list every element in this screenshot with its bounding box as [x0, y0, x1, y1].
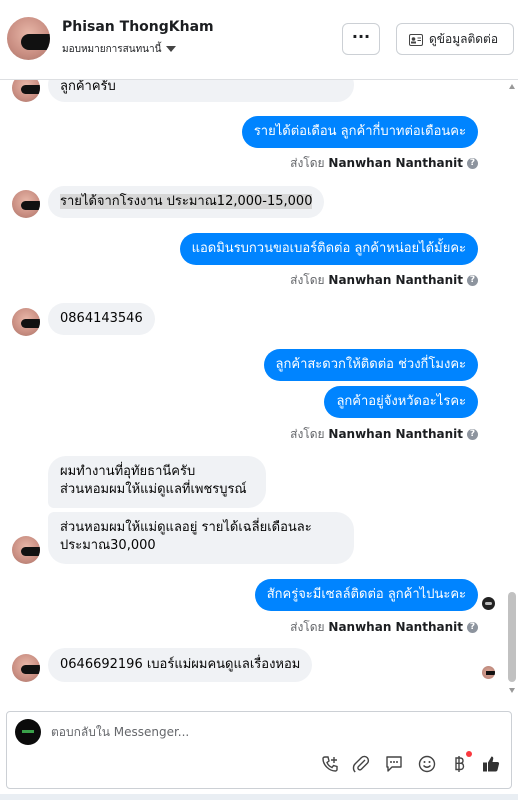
- sent-by-label: ส่งโดย Nanwhan Nanthanit?: [290, 618, 478, 637]
- message-outgoing: รายได้ต่อเดือน ลูกค้ากี่บาทต่อเดือนคะ: [241, 116, 478, 148]
- reply-composer: [6, 711, 512, 789]
- message-incoming: 0864143546: [48, 303, 155, 335]
- message-outgoing: แอดมินรบกวนขอเบอร์ติดต่อ ลูกค้าหน่อยได้ม…: [179, 233, 478, 265]
- baht-payment-icon[interactable]: [449, 754, 471, 776]
- view-contact-info-label: ดูข้อมูลติดต่อ: [429, 32, 499, 46]
- sender-avatar: [12, 80, 40, 102]
- emoji-icon[interactable]: [417, 754, 439, 776]
- view-contact-info-button[interactable]: ดูข้อมูลติดต่อ: [396, 23, 514, 55]
- seen-indicator-icon: [482, 597, 495, 610]
- conversation-header: Phisan ThongKham มอบหมายการสนทนานี้ ··· …: [0, 0, 518, 80]
- assign-conversation-dropdown[interactable]: มอบหมายการสนทนานี้: [62, 42, 177, 57]
- contact-card-icon: [409, 33, 423, 46]
- message-outgoing: ลูกค้าสะดวกให้ติดต่อ ช่วงกี่โมงคะ: [263, 349, 478, 381]
- sent-by-label: ส่งโดย Nanwhan Nanthanit?: [290, 154, 478, 173]
- help-icon[interactable]: ?: [467, 158, 478, 169]
- attachment-icon[interactable]: [351, 754, 373, 776]
- message-incoming: รายได้จากโรงงาน ประมาณ12,000-15,000: [48, 186, 325, 218]
- sent-by-label: ส่งโดย Nanwhan Nanthanit?: [290, 425, 478, 444]
- message-incoming: ผมทำงานที่อุทัยธานีครับ ส่วนหอมผมให้แม่ดู…: [48, 456, 266, 508]
- page-avatar: [15, 719, 41, 745]
- more-options-button[interactable]: ···: [342, 23, 380, 55]
- sender-avatar: [12, 654, 40, 682]
- sender-avatar: [12, 190, 40, 218]
- help-icon[interactable]: ?: [467, 275, 478, 286]
- bottom-border: [0, 794, 518, 800]
- contact-avatar[interactable]: [7, 17, 50, 60]
- help-icon[interactable]: ?: [467, 622, 478, 633]
- message-incoming: ลูกค้าครับ: [48, 80, 354, 102]
- reply-input[interactable]: [51, 725, 491, 739]
- thumbs-up-icon[interactable]: [481, 754, 503, 776]
- sent-by-label: ส่งโดย Nanwhan Nanthanit?: [290, 271, 478, 290]
- seen-avatar-icon: [482, 666, 495, 679]
- message-incoming: ส่วนหอมผมให้แม่ดูแลอยู่ รายได้เฉลี่ยเดือ…: [48, 512, 354, 564]
- saved-reply-icon[interactable]: [384, 754, 406, 776]
- sender-avatar: [12, 308, 40, 336]
- message-thread: ลูกค้าครับ รายได้ต่อเดือน ลูกค้ากี่บาทต่…: [0, 80, 518, 700]
- message-outgoing: ลูกค้าอยู่จังหวัดอะไรคะ: [324, 386, 478, 418]
- scrollbar-thumb[interactable]: [508, 592, 516, 682]
- contact-name[interactable]: Phisan ThongKham: [62, 19, 214, 35]
- caret-down-icon: [166, 46, 177, 52]
- notification-badge: [466, 751, 472, 757]
- sender-avatar: [12, 536, 40, 564]
- scroll-down-arrow[interactable]: [509, 688, 515, 693]
- message-incoming: 0646692196 เบอร์แม่ผมคนดูแลเรื่องหอม: [48, 648, 313, 682]
- message-outgoing: สักครู่จะมีเซลล์ติดต่อ ลูกค้าไปนะคะ: [254, 579, 478, 611]
- scroll-up-arrow[interactable]: [509, 84, 515, 89]
- help-icon[interactable]: ?: [467, 429, 478, 440]
- call-add-icon[interactable]: [320, 754, 342, 776]
- assign-conversation-label: มอบหมายการสนทนานี้: [62, 44, 162, 55]
